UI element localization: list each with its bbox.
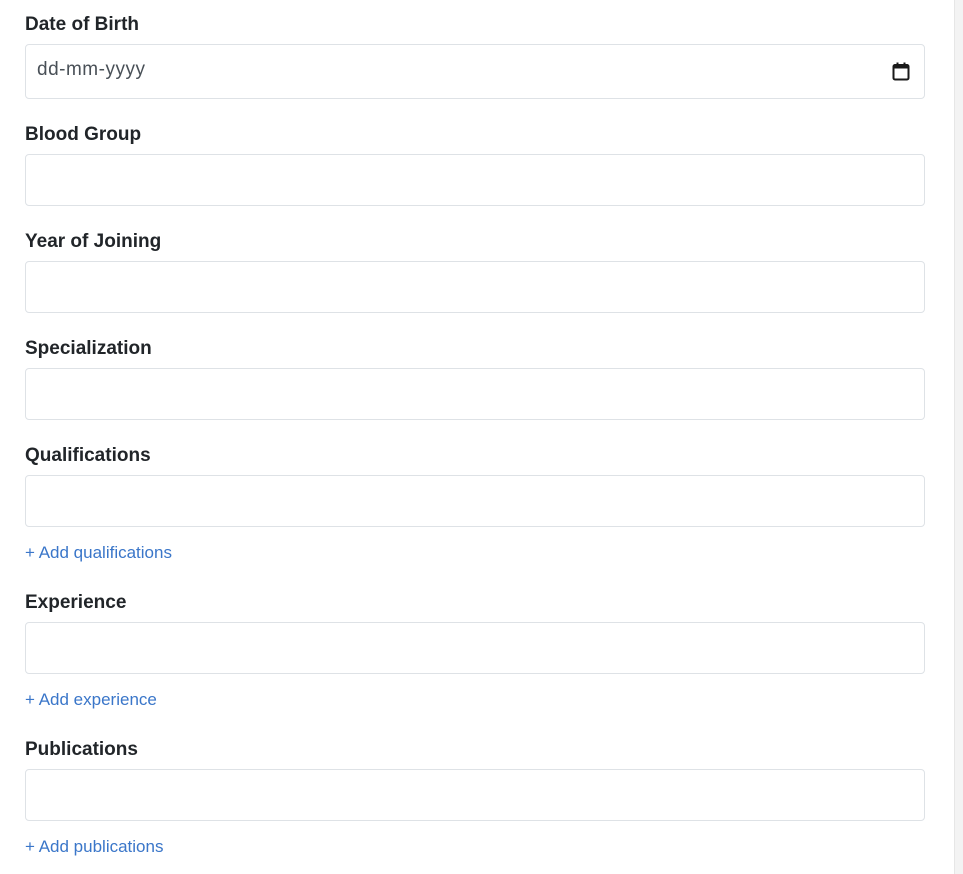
experience-label: Experience [25, 592, 127, 613]
blood-group-input[interactable] [25, 154, 925, 206]
publications-input[interactable] [25, 769, 925, 821]
publications-label: Publications [25, 739, 138, 760]
qualifications-label: Qualifications [25, 445, 151, 466]
add-publications-link[interactable]: + Add publications [25, 836, 163, 858]
profile-form-page: Date of Birth dd-mm-yyyy Blood Group Yea… [0, 0, 963, 874]
date-of-birth-label: Date of Birth [25, 14, 139, 35]
year-of-joining-input[interactable] [25, 261, 925, 313]
date-of-birth-input[interactable]: dd-mm-yyyy [25, 44, 925, 99]
calendar-icon[interactable] [892, 62, 910, 81]
qualifications-input[interactable] [25, 475, 925, 527]
scrollbar-track[interactable] [954, 0, 963, 874]
add-qualifications-link[interactable]: + Add qualifications [25, 542, 172, 564]
experience-input[interactable] [25, 622, 925, 674]
specialization-label: Specialization [25, 338, 152, 359]
date-of-birth-placeholder: dd-mm-yyyy [37, 59, 146, 80]
specialization-input[interactable] [25, 368, 925, 420]
year-of-joining-label: Year of Joining [25, 231, 162, 252]
add-experience-link[interactable]: + Add experience [25, 689, 157, 711]
blood-group-label: Blood Group [25, 124, 142, 145]
